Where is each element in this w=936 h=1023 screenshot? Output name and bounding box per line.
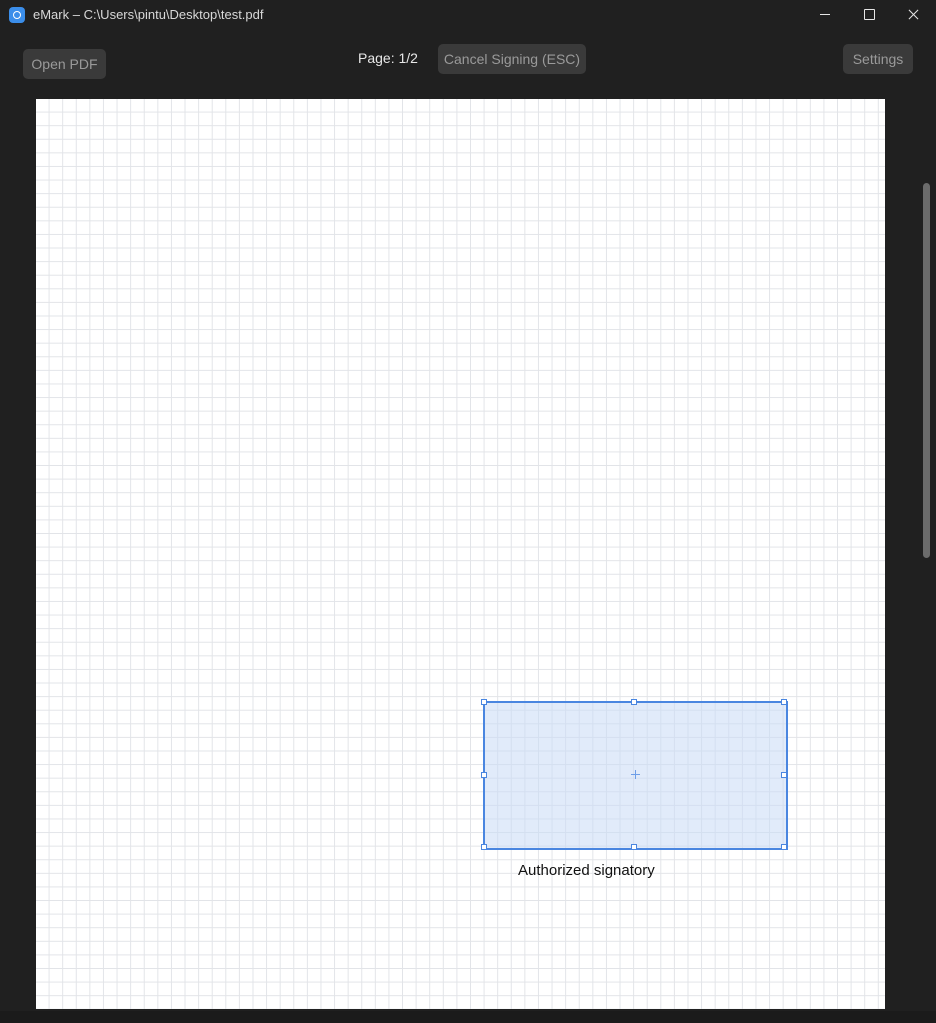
resize-handle-bottom-right[interactable] bbox=[781, 844, 787, 850]
close-button[interactable] bbox=[891, 0, 935, 30]
cancel-signing-button[interactable]: Cancel Signing (ESC) bbox=[438, 44, 586, 74]
window-title: eMark – C:\Users\pintu\Desktop\test.pdf bbox=[33, 7, 264, 22]
settings-button[interactable]: Settings bbox=[843, 44, 913, 74]
resize-handle-bottom-left[interactable] bbox=[481, 844, 487, 850]
resize-handle-top-left[interactable] bbox=[481, 699, 487, 705]
page-indicator: Page: 1/2 bbox=[358, 50, 418, 66]
pdf-page[interactable]: Authorized signatory bbox=[36, 99, 885, 1009]
resize-handle-left[interactable] bbox=[481, 772, 487, 778]
resize-handle-top[interactable] bbox=[631, 699, 637, 705]
resize-handle-right[interactable] bbox=[781, 772, 787, 778]
signature-placement-box[interactable] bbox=[481, 699, 788, 850]
move-crosshair-icon[interactable] bbox=[631, 770, 640, 779]
open-pdf-button[interactable]: Open PDF bbox=[23, 49, 106, 79]
app-logo-icon bbox=[9, 7, 25, 23]
minimize-button[interactable] bbox=[803, 0, 847, 30]
window-bottom-edge bbox=[0, 1011, 936, 1023]
signature-caption: Authorized signatory bbox=[518, 862, 655, 879]
scrollbar-thumb[interactable] bbox=[923, 183, 930, 558]
title-bar[interactable]: eMark – C:\Users\pintu\Desktop\test.pdf bbox=[0, 0, 936, 30]
resize-handle-bottom[interactable] bbox=[631, 844, 637, 850]
vertical-scrollbar[interactable] bbox=[919, 99, 936, 1023]
resize-handle-top-right[interactable] bbox=[781, 699, 787, 705]
app-window: eMark – C:\Users\pintu\Desktop\test.pdf … bbox=[0, 0, 936, 1023]
pdf-viewer[interactable]: Authorized signatory bbox=[0, 99, 936, 1023]
maximize-button[interactable] bbox=[847, 0, 891, 30]
